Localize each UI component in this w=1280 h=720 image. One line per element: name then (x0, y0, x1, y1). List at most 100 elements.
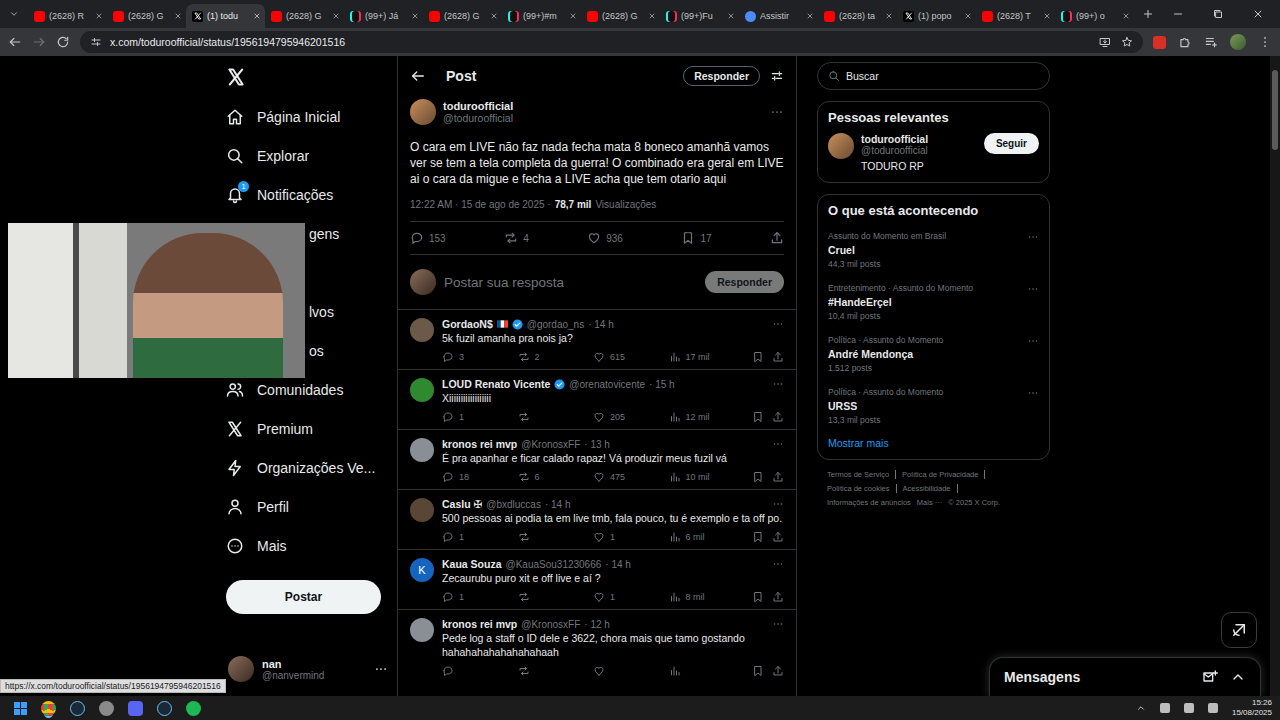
post-time[interactable]: 12:22 AM · 15 de ago de 2025 · (410, 199, 551, 210)
site-info-icon[interactable] (90, 36, 102, 48)
more-icon[interactable] (772, 438, 784, 450)
like-action[interactable]: 615 (593, 351, 661, 363)
reply-author-handle[interactable]: @bxdluccas (486, 499, 541, 510)
browser-tab[interactable]: (1) todu (186, 4, 265, 28)
reply-action[interactable]: 18 (442, 471, 510, 483)
reply-author-handle[interactable]: @KauaSou31230666 (506, 559, 602, 570)
grok-button[interactable] (1221, 612, 1257, 648)
reply-row[interactable]: KKaua Souza@KauaSou31230666· 14 hZecauru… (398, 549, 796, 609)
close-icon[interactable] (332, 12, 340, 20)
more-icon[interactable] (1027, 335, 1039, 347)
address-bar[interactable]: x.com/toduroofficial/status/195619479594… (80, 31, 1143, 53)
close-icon[interactable] (885, 12, 893, 20)
footer-link[interactable]: © 2025 X Corp. (948, 498, 1000, 507)
close-icon[interactable] (174, 12, 182, 20)
browser-tab[interactable]: (2628) G (107, 4, 186, 28)
install-icon[interactable] (1099, 36, 1111, 48)
bookmark-action[interactable]: 17 (681, 231, 711, 245)
sidebar-item[interactable]: Página Inicial (226, 97, 397, 136)
reply-author-name[interactable]: GordaoN$ (442, 318, 493, 330)
media-icon[interactable] (1204, 35, 1218, 49)
trend-item[interactable]: Política · Assunto do MomentoAndré Mendo… (828, 330, 1039, 382)
more-icon[interactable] (772, 498, 784, 510)
bookmark-icon[interactable] (752, 471, 764, 483)
like-action[interactable]: 205 (593, 411, 661, 423)
share-action[interactable] (770, 231, 784, 245)
discord-icon[interactable] (128, 701, 143, 716)
scrollbar[interactable] (1270, 56, 1280, 696)
reply-row[interactable]: kronos rei mvp@KronosxFF· 13 hÉ pra apan… (398, 429, 796, 489)
share-icon[interactable] (772, 411, 784, 423)
reply-author-handle[interactable]: @gordao_ns (527, 319, 584, 330)
close-window-icon[interactable] (1252, 8, 1264, 20)
more-icon[interactable] (1027, 231, 1039, 243)
footer-link[interactable]: Acessibilidade (903, 484, 958, 493)
reply-avatar[interactable] (410, 498, 434, 522)
back-icon[interactable] (8, 35, 22, 49)
like-action[interactable] (593, 665, 661, 677)
person-avatar[interactable] (828, 133, 854, 159)
steam-icon[interactable] (70, 701, 85, 716)
expand-icon[interactable] (1230, 669, 1246, 685)
browser-tab[interactable]: (2628) T (976, 4, 1055, 28)
views-action[interactable]: 8 mil (669, 591, 737, 603)
more-icon[interactable] (772, 558, 784, 570)
restore-icon[interactable] (1212, 8, 1224, 20)
extension-icon[interactable] (1153, 36, 1166, 49)
settings-icon[interactable] (770, 69, 784, 83)
reply-author-handle[interactable]: @KronosxFF (521, 439, 580, 450)
browser-tab[interactable]: (99+)Fu (660, 4, 739, 28)
like-action[interactable]: 475 (593, 471, 661, 483)
messages-drawer[interactable]: Mensagens (989, 657, 1261, 696)
share-icon[interactable] (772, 591, 784, 603)
like-action[interactable]: 936 (587, 231, 623, 245)
reply-author-name[interactable]: Kaua Souza (442, 558, 502, 570)
steam-icon[interactable] (157, 701, 172, 716)
reply-author-name[interactable]: kronos rei mvp (442, 618, 517, 630)
close-icon[interactable] (490, 12, 498, 20)
reply-action[interactable]: 3 (442, 351, 510, 363)
reply-action[interactable]: 1 (442, 411, 510, 423)
views-action[interactable]: 6 mil (669, 531, 737, 543)
close-icon[interactable] (806, 12, 814, 20)
browser-tab[interactable]: (2628) R (28, 4, 107, 28)
windows-start-icon[interactable] (14, 702, 27, 715)
new-message-icon[interactable] (1202, 669, 1218, 685)
browser-tab[interactable]: Assistir (739, 4, 818, 28)
browser-tab[interactable]: (1) popo (897, 4, 976, 28)
more-icon[interactable] (1027, 387, 1039, 399)
sidebar-item[interactable]: Mais (226, 526, 397, 565)
reply-input[interactable]: Postar sua resposta (444, 275, 697, 290)
reply-avatar[interactable] (410, 378, 434, 402)
puzzle-icon[interactable] (1178, 35, 1192, 49)
footer-link[interactable]: Política de cookies (827, 484, 897, 493)
close-icon[interactable] (95, 12, 103, 20)
tray-icon[interactable] (1208, 703, 1218, 713)
bookmark-icon[interactable] (752, 591, 764, 603)
reload-icon[interactable] (56, 35, 70, 49)
sidebar-item[interactable]: Explorar (226, 136, 397, 175)
sidebar-item[interactable]: Organizações Ve... (226, 448, 397, 487)
submit-reply-button[interactable]: Responder (705, 271, 784, 293)
spotify-icon[interactable] (186, 701, 201, 716)
bookmark-icon[interactable] (752, 411, 764, 423)
bookmark-icon[interactable] (752, 665, 764, 677)
close-icon[interactable] (727, 12, 735, 20)
bookmark-icon[interactable] (752, 531, 764, 543)
repost-action[interactable] (518, 531, 586, 543)
trend-item[interactable]: Assunto do Momento em BrasilCruel44,3 mi… (828, 226, 1039, 278)
browser-tab[interactable]: (2628) G (581, 4, 660, 28)
post-author[interactable]: toduroofficial@toduroofficial (410, 99, 784, 125)
close-icon[interactable] (1043, 12, 1051, 20)
browser-tab[interactable]: (2628) G (265, 4, 344, 28)
author-name[interactable]: toduroofficial (443, 100, 513, 112)
views-action[interactable] (669, 665, 737, 677)
reply-action[interactable]: 1 (442, 591, 510, 603)
star-icon[interactable] (1121, 36, 1133, 48)
like-action[interactable]: 1 (593, 531, 661, 543)
reply-row[interactable]: kronos rei mvp@KronosxFF· 12 hPede log a… (398, 609, 796, 683)
sidebar-item[interactable]: Perfil (226, 487, 397, 526)
more-icon[interactable] (772, 318, 784, 330)
footer-link[interactable]: Informações de anúncios (827, 498, 911, 507)
reply-avatar[interactable]: K (410, 558, 434, 582)
